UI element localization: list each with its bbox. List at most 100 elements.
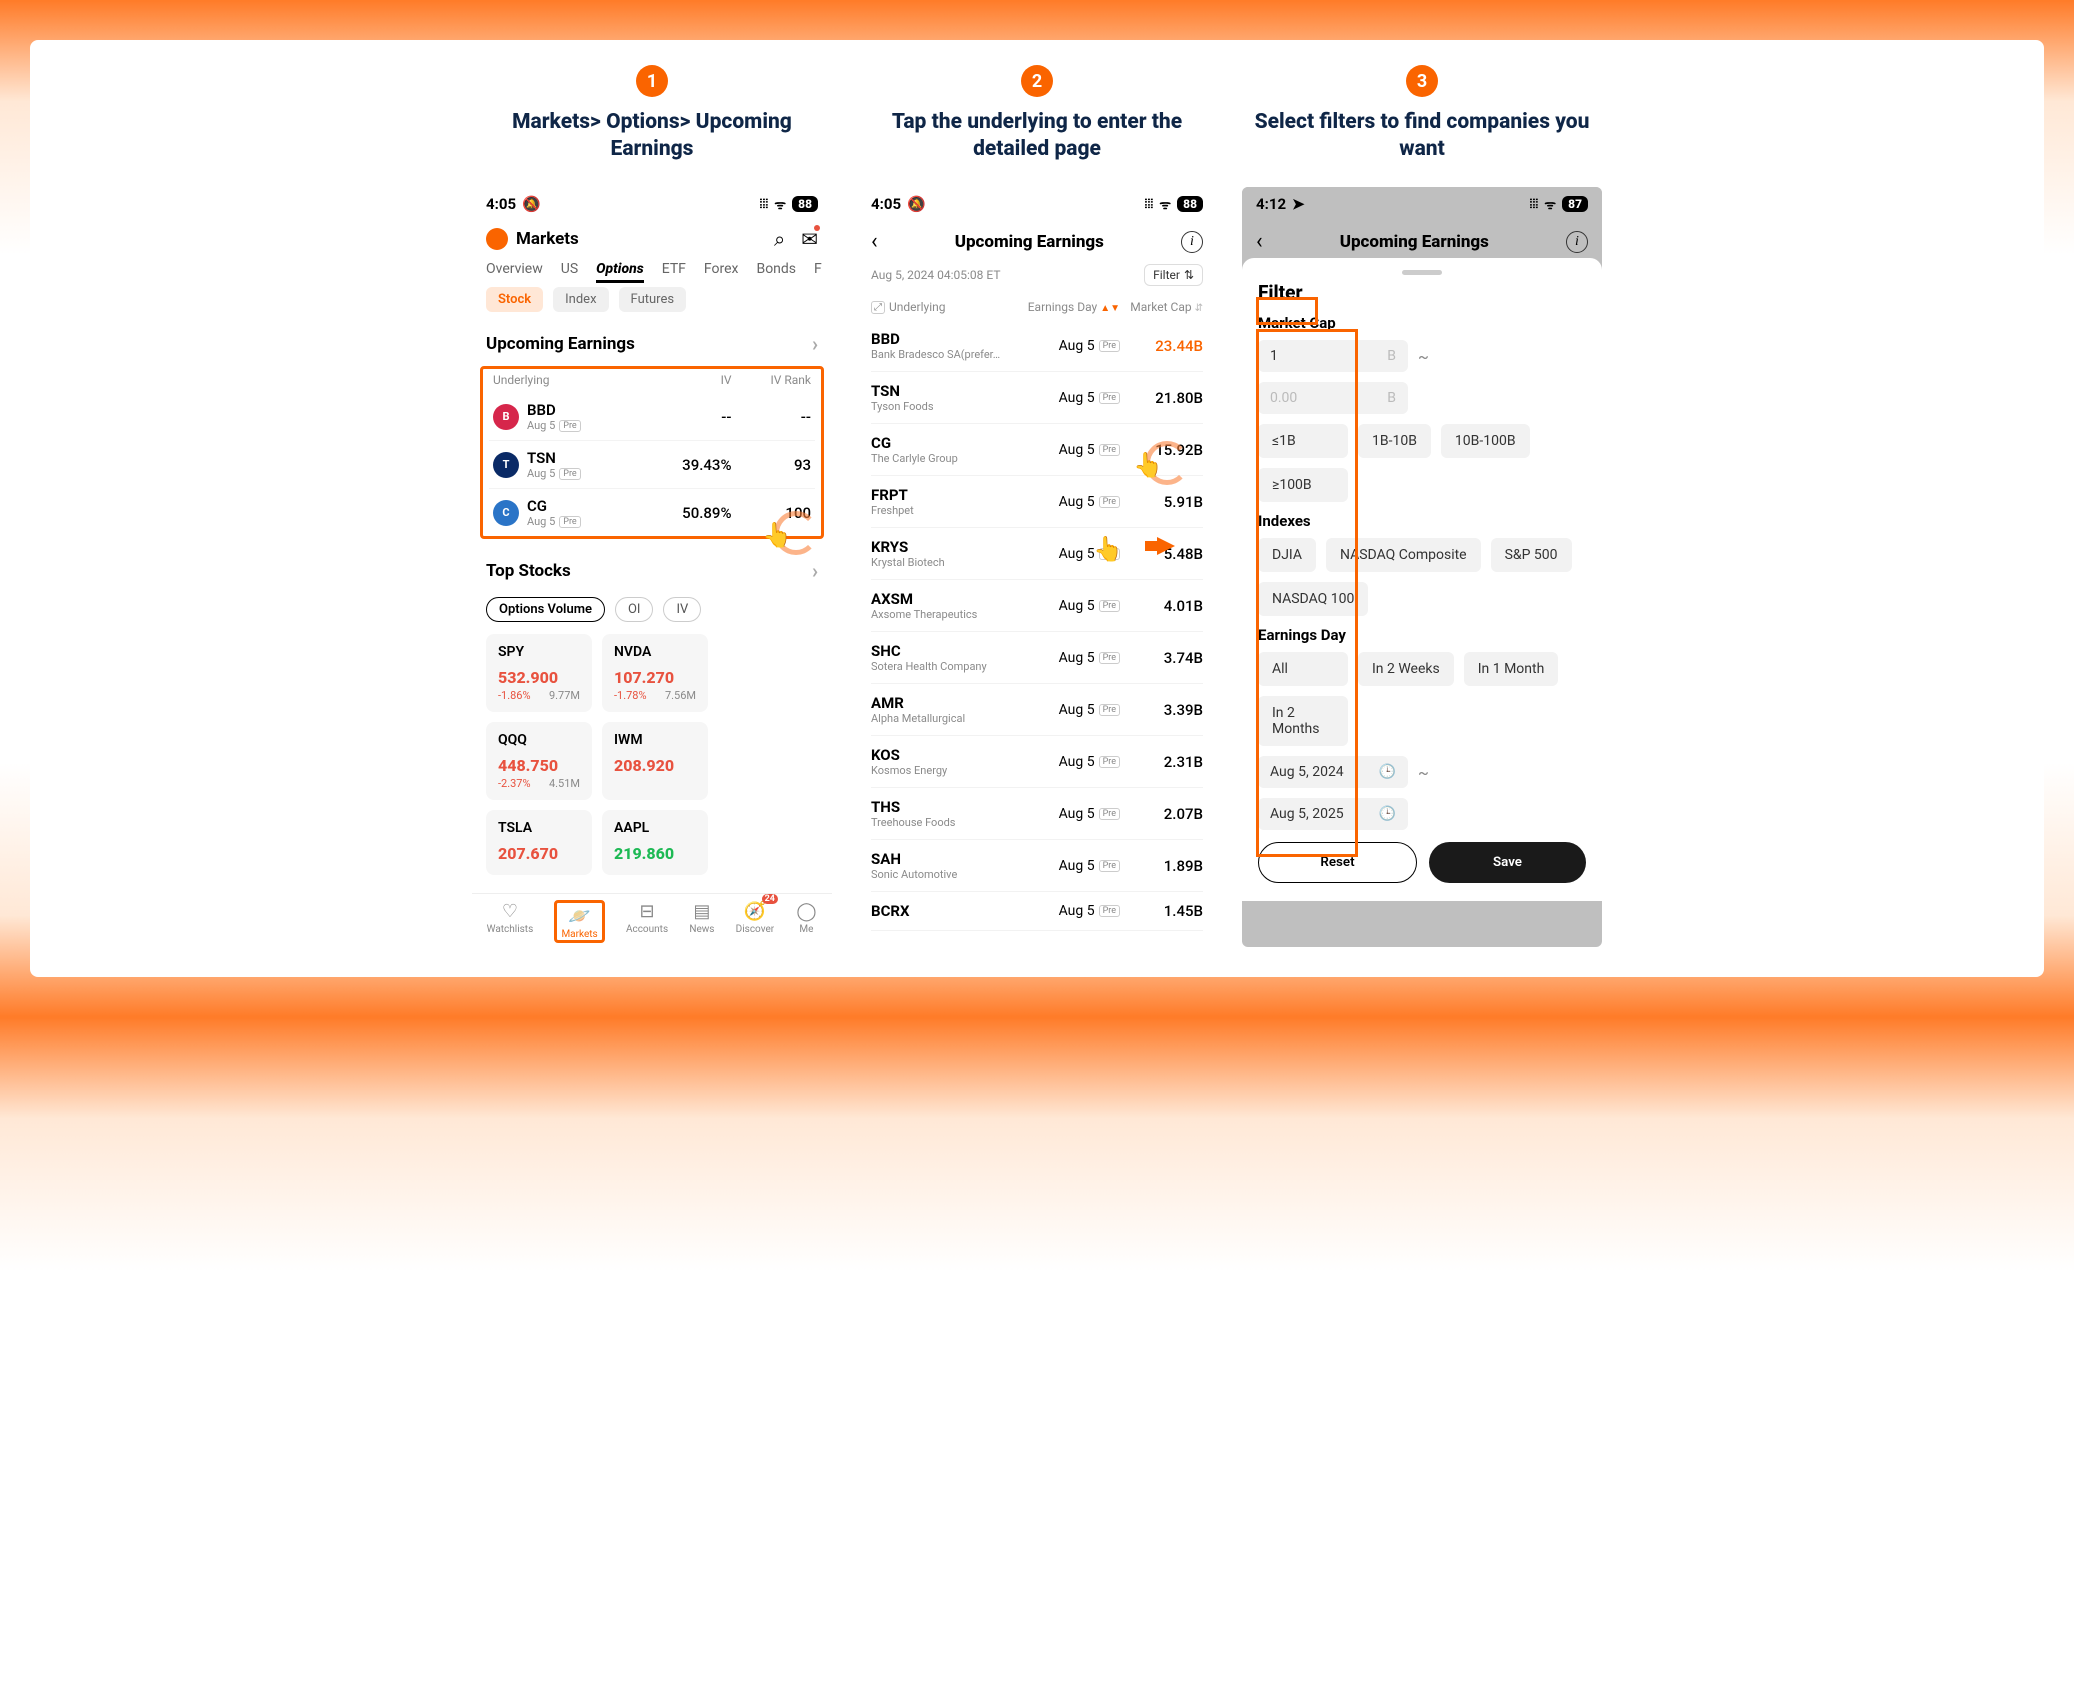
ticker-symbol: SAH bbox=[871, 850, 1020, 868]
back-icon[interactable]: ‹ bbox=[1256, 229, 1263, 254]
mc-chip[interactable]: ≤1B bbox=[1258, 424, 1348, 458]
tab-us[interactable]: US bbox=[561, 261, 578, 277]
mc-chip[interactable]: 10B-100B bbox=[1441, 424, 1530, 458]
tab-options[interactable]: Options bbox=[596, 261, 644, 277]
index-chip[interactable]: DJIA bbox=[1258, 538, 1316, 572]
nav-news[interactable]: ▤ News bbox=[689, 900, 714, 943]
upcoming-earnings-table: Underlying IV IV Rank B BBD Aug 5 Pre --… bbox=[480, 366, 824, 539]
status-time: 4:05 bbox=[486, 195, 516, 213]
tab-overview[interactable]: Overview bbox=[486, 261, 543, 277]
market-cap-value: 2.31B bbox=[1120, 753, 1203, 771]
subtab-futures[interactable]: Futures bbox=[619, 287, 687, 312]
subtab-stock[interactable]: Stock bbox=[486, 287, 543, 312]
earnings-detail-row[interactable]: KOS Kosmos Energy Aug 5 Pre 2.31B bbox=[871, 736, 1203, 788]
nav-discover[interactable]: 🧭 Discover bbox=[736, 900, 775, 943]
nav-accounts[interactable]: ⊟ Accounts bbox=[626, 900, 668, 943]
earnings-detail-row[interactable]: TSN Tyson Foods Aug 5 Pre 21.80B bbox=[871, 372, 1203, 424]
earnings-detail-row[interactable]: SAH Sonic Automotive Aug 5 Pre 1.89B bbox=[871, 840, 1203, 892]
pill-iv[interactable]: IV bbox=[663, 597, 701, 622]
index-chip[interactable]: NASDAQ Composite bbox=[1326, 538, 1481, 572]
earnings-detail-row[interactable]: THS Treehouse Foods Aug 5 Pre 2.07B bbox=[871, 788, 1203, 840]
nav-markets[interactable]: 🪐 Markets bbox=[554, 900, 604, 943]
ed-chip[interactable]: In 2 Months bbox=[1258, 696, 1348, 746]
tab-bonds[interactable]: Bonds bbox=[756, 261, 796, 277]
earnings-to-input[interactable]: Aug 5, 2025🕒 bbox=[1258, 798, 1408, 830]
inbox-icon[interactable]: ✉ bbox=[801, 227, 818, 251]
save-button[interactable]: Save bbox=[1429, 842, 1586, 883]
ed-chip[interactable]: In 2 Weeks bbox=[1358, 652, 1454, 686]
pre-market-tag: Pre bbox=[1099, 548, 1120, 560]
filter-button[interactable]: Filter ⇅ bbox=[1144, 264, 1203, 286]
company-name: Bank Bradesco SA(prefer… bbox=[871, 348, 1020, 361]
earnings-detail-row[interactable]: AXSM Axsome Therapeutics Aug 5 Pre 4.01B bbox=[871, 580, 1203, 632]
chevron-right-icon[interactable]: › bbox=[812, 559, 818, 583]
phone-screen-3: 4:12 ➤ ⦙⦙⦙ ᯤ 87 ‹ Upcoming Earnings i Fi… bbox=[1242, 187, 1602, 947]
earnings-date: Aug 5 bbox=[1059, 494, 1095, 510]
index-chip[interactable]: NASDAQ 100 bbox=[1258, 582, 1368, 616]
stock-card-tsla[interactable]: TSLA 207.670 bbox=[486, 810, 592, 875]
earnings-detail-row[interactable]: AMR Alpha Metallurgical Aug 5 Pre 3.39B bbox=[871, 684, 1203, 736]
top-stocks-heading: Top Stocks bbox=[486, 561, 571, 581]
nav-me[interactable]: ◯ Me bbox=[795, 900, 817, 943]
stock-card-nvda[interactable]: NVDA 107.270 -1.78%7.56M bbox=[602, 634, 708, 712]
tab-f[interactable]: F bbox=[814, 261, 822, 277]
stock-card-aapl[interactable]: AAPL 219.860 bbox=[602, 810, 708, 875]
reset-button[interactable]: Reset bbox=[1258, 842, 1417, 883]
stock-price: 107.270 bbox=[614, 668, 696, 687]
index-chip[interactable]: S&P 500 bbox=[1491, 538, 1572, 572]
tab-forex[interactable]: Forex bbox=[704, 261, 739, 277]
back-icon[interactable]: ‹ bbox=[871, 229, 878, 254]
ed-chip[interactable]: All bbox=[1258, 652, 1348, 686]
upcoming-earnings-heading: Upcoming Earnings bbox=[486, 334, 635, 354]
pill-oi[interactable]: OI bbox=[615, 597, 653, 622]
ticker-symbol: AXSM bbox=[871, 590, 1020, 608]
market-cap-value: 1.45B bbox=[1120, 902, 1203, 920]
info-icon[interactable]: i bbox=[1566, 231, 1588, 253]
earnings-detail-row[interactable]: FRPT Freshpet Aug 5 Pre 5.91B bbox=[871, 476, 1203, 528]
earnings-detail-row[interactable]: CG The Carlyle Group Aug 5 Pre 15.92B bbox=[871, 424, 1203, 476]
earnings-row[interactable]: B BBD Aug 5 Pre -- -- bbox=[489, 393, 815, 440]
page-title: Upcoming Earnings bbox=[955, 232, 1104, 252]
pre-market-tag: Pre bbox=[1099, 600, 1120, 612]
info-icon[interactable]: i bbox=[1181, 231, 1203, 253]
subtab-index[interactable]: Index bbox=[553, 287, 608, 312]
tab-etf[interactable]: ETF bbox=[662, 261, 686, 277]
stock-card-qqq[interactable]: QQQ 448.750 -2.37%4.51M bbox=[486, 722, 592, 800]
wifi-icon: ᯤ bbox=[1159, 195, 1171, 213]
earnings-detail-row[interactable]: SHC Sotera Health Company Aug 5 Pre 3.74… bbox=[871, 632, 1203, 684]
mc-chip[interactable]: 1B-10B bbox=[1358, 424, 1431, 458]
mc-chip[interactable]: ≥100B bbox=[1258, 468, 1348, 502]
earnings-from-input[interactable]: Aug 5, 2024🕒 bbox=[1258, 756, 1408, 788]
phone-screen-1: 4:05 🔕 ⦙⦙⦙ ᯤ 88 Markets ⌕ ✉ OverviewUSOp… bbox=[472, 187, 832, 947]
col-earnings-day[interactable]: Earnings Day bbox=[1028, 300, 1098, 314]
market-cap-value: 3.74B bbox=[1120, 649, 1203, 667]
col-iv: IV bbox=[652, 373, 732, 387]
earnings-detail-row[interactable]: KRYS Krystal Biotech Aug 5 Pre 5.48B bbox=[871, 528, 1203, 580]
step-badge-3: 3 bbox=[1406, 65, 1438, 97]
search-icon[interactable]: ⌕ bbox=[774, 227, 785, 251]
company-name: Tyson Foods bbox=[871, 400, 1020, 413]
market-cap-to-input[interactable]: 0.00B bbox=[1258, 382, 1408, 414]
chevron-right-icon[interactable]: › bbox=[812, 332, 818, 356]
ticker-icon: B bbox=[493, 404, 519, 430]
market-tabs: Overview US Options ETF Forex Bonds F bbox=[472, 257, 832, 287]
market-cap-value: 1.89B bbox=[1120, 857, 1203, 875]
ed-chip[interactable]: In 1 Month bbox=[1464, 652, 1559, 686]
stock-card-spy[interactable]: SPY 532.900 -1.86%9.77M bbox=[486, 634, 592, 712]
earnings-date: Aug 5 bbox=[1059, 390, 1095, 406]
status-bar: 4:12 ➤ ⦙⦙⦙ ᯤ 87 bbox=[1242, 187, 1602, 221]
earnings-row[interactable]: T TSN Aug 5 Pre 39.43% 93 bbox=[489, 440, 815, 488]
earnings-detail-row[interactable]: BCRX Aug 5 Pre 1.45B bbox=[871, 892, 1203, 931]
earnings-row[interactable]: C CG Aug 5 Pre 50.89% 100 bbox=[489, 488, 815, 536]
expand-icon[interactable]: ⤢ bbox=[871, 301, 885, 314]
col-market-cap[interactable]: Market Cap bbox=[1130, 300, 1191, 314]
market-cap-value: 2.07B bbox=[1120, 805, 1203, 823]
pill-options-volume[interactable]: Options Volume bbox=[486, 597, 605, 622]
nav-watchlists[interactable]: ♡ Watchlists bbox=[487, 900, 534, 943]
market-cap-from-input[interactable]: B bbox=[1258, 340, 1408, 372]
pre-market-tag: Pre bbox=[1099, 392, 1120, 404]
earnings-detail-row[interactable]: BBD Bank Bradesco SA(prefer… Aug 5 Pre 2… bbox=[871, 320, 1203, 372]
drag-handle[interactable] bbox=[1402, 270, 1442, 275]
stock-card-iwm[interactable]: IWM 208.920 bbox=[602, 722, 708, 800]
iv-value: 50.89% bbox=[652, 504, 732, 522]
